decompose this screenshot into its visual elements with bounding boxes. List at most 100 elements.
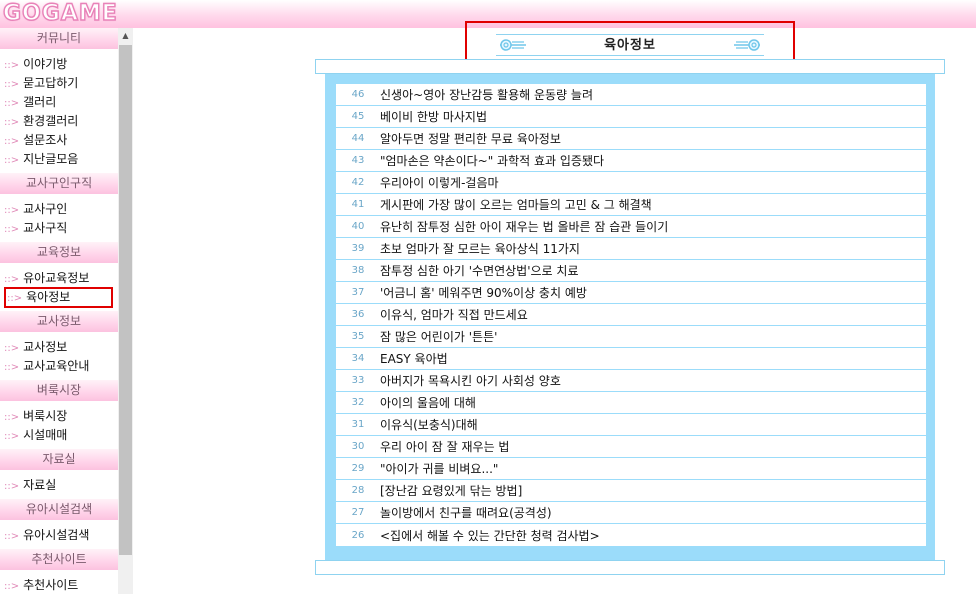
sidebar-menu-item[interactable]: ::> 자료실 [0, 476, 118, 495]
sidebar-menu-label: 자료실 [23, 478, 57, 492]
post-number: 40 [351, 221, 365, 232]
sidebar-menu-label: 유아시설검색 [23, 528, 90, 542]
sidebar-menu-item[interactable]: ::> 지난글모음 [0, 150, 118, 169]
sidebar-section-body: ::> 이야기방::> 묻고답하기::> 갤러리::> 환경갤러리::> 설문조사::> 지… [0, 49, 118, 173]
post-title-link[interactable]: 우리 아이 잠 잘 재우는 법 [380, 438, 509, 455]
sidebar-section-body: ::> 교사구인::> 교사구직 [0, 194, 118, 242]
post-number: 46 [351, 89, 365, 100]
post-number: 42 [351, 177, 365, 188]
sidebar-menu-item[interactable]: ::> 교사구직 [0, 219, 118, 238]
sidebar-section-title[interactable]: 추천사이트 [0, 549, 118, 570]
post-row[interactable]: 40 유난히 잠투정 심한 아이 재우는 법 올바른 잠 습관 들이기 [336, 216, 926, 238]
post-title-link[interactable]: 아이의 울음에 대해 [380, 394, 476, 411]
post-number: 39 [351, 243, 365, 254]
scroll-ornament-icon [734, 39, 760, 51]
post-title-link[interactable]: <집에서 해볼 수 있는 간단한 청력 검사법> [380, 527, 600, 544]
post-row[interactable]: 28 [장난감 요령있게 닦는 방법] [336, 480, 926, 502]
title-banner: 육아정보 [496, 34, 764, 56]
sidebar-menu-item[interactable]: ::> 유아시설검색 [0, 526, 118, 545]
post-title-link[interactable]: 알아두면 정말 편리한 무료 육아정보 [380, 130, 561, 147]
sidebar-section-title[interactable]: 자료실 [0, 449, 118, 470]
pink-double-arrow-icon: ::> [4, 343, 20, 354]
post-title-link[interactable]: "아이가 귀를 비벼요..." [380, 460, 498, 477]
post-title-link[interactable]: 우리아이 이렇게-걸음마 [380, 174, 499, 191]
sidebar-menu-item[interactable]: ::> 교사구인 [0, 200, 118, 219]
sidebar-menu-label: 갤러리 [23, 95, 57, 109]
post-title-link[interactable]: 이유식, 엄마가 직접 만드세요 [380, 306, 528, 323]
sidebar-menu-label: 환경갤러리 [23, 114, 79, 128]
post-row[interactable]: 46 신생아~영아 장난감등 활용해 운동량 늘려 [336, 84, 926, 106]
post-row[interactable]: 35 잠 많은 어린이가 '튼튼' [336, 326, 926, 348]
post-title-link[interactable]: "엄마손은 약손이다~" 과학적 효과 입증됐다 [380, 152, 604, 169]
post-row[interactable]: 34 EASY 육아법 [336, 348, 926, 370]
sidebar-menu-item[interactable]: ::> 설문조사 [0, 131, 118, 150]
pink-double-arrow-icon: ::> [4, 117, 20, 128]
pink-double-arrow-icon: ::> [4, 412, 20, 423]
sidebar-menu-item[interactable]: ::> 갤러리 [0, 93, 118, 112]
post-title-link[interactable]: [장난감 요령있게 닦는 방법] [380, 482, 522, 499]
sidebar-menu-label: 벼룩시장 [23, 409, 68, 423]
post-row[interactable]: 37 '어금니 홈' 메워주면 90%이상 충치 예방 [336, 282, 926, 304]
pink-double-arrow-icon: ::> [4, 98, 20, 109]
post-row[interactable]: 30 우리 아이 잠 잘 재우는 법 [336, 436, 926, 458]
post-title-link[interactable]: EASY 육아법 [380, 350, 448, 367]
sidebar-menu-label: 교사정보 [23, 340, 68, 354]
list-frame-top [315, 59, 945, 74]
post-row[interactable]: 43 "엄마손은 약손이다~" 과학적 효과 입증됐다 [336, 150, 926, 172]
sidebar-section-title[interactable]: 교사정보 [0, 311, 118, 332]
post-title-link[interactable]: 게시판에 가장 많이 오르는 엄마들의 고민 & 그 해결책 [380, 196, 652, 213]
post-list: 46 신생아~영아 장난감등 활용해 운동량 늘려 45 베이비 한방 마사지법 44 알… [336, 84, 926, 546]
post-title-link[interactable]: 놀이방에서 친구를 때려요(공격성) [380, 504, 552, 521]
sidebar-section-title[interactable]: 교사구인구직 [0, 173, 118, 194]
sidebar-menu-item[interactable]: ::> 교사교육안내 [0, 357, 118, 376]
post-row[interactable]: 29 "아이가 귀를 비벼요..." [336, 458, 926, 480]
post-number: 43 [351, 155, 365, 166]
post-number: 38 [351, 265, 365, 276]
sidebar-menu-item[interactable]: ::> 육아정보 [4, 287, 113, 308]
post-number: 37 [351, 287, 365, 298]
sidebar-menu-label: 추천사이트 [23, 578, 79, 592]
sidebar-section-title[interactable]: 벼룩시장 [0, 380, 118, 401]
post-row[interactable]: 31 이유식(보충식)대해 [336, 414, 926, 436]
post-row[interactable]: 32 아이의 울음에 대해 [336, 392, 926, 414]
post-title-link[interactable]: 아버지가 목욕시킨 아기 사회성 양호 [380, 372, 561, 389]
sidebar-menu-item[interactable]: ::> 환경갤러리 [0, 112, 118, 131]
post-number: 29 [351, 463, 365, 474]
post-row[interactable]: 44 알아두면 정말 편리한 무료 육아정보 [336, 128, 926, 150]
post-number: 34 [351, 353, 365, 364]
list-frame-bottom [315, 560, 945, 575]
sidebar-menu-item[interactable]: ::> 유아교육정보 [0, 269, 118, 288]
post-title-link[interactable]: 초보 엄마가 잘 모르는 육아상식 11가지 [380, 240, 580, 257]
sidebar-section-title[interactable]: 교육정보 [0, 242, 118, 263]
post-row[interactable]: 39 초보 엄마가 잘 모르는 육아상식 11가지 [336, 238, 926, 260]
post-row[interactable]: 38 잠투정 심한 아기 '수면연상법'으로 치료 [336, 260, 926, 282]
post-row[interactable]: 42 우리아이 이렇게-걸음마 [336, 172, 926, 194]
post-row[interactable]: 36 이유식, 엄마가 직접 만드세요 [336, 304, 926, 326]
post-title-link[interactable]: 잠 많은 어린이가 '튼튼' [380, 328, 497, 345]
site-logo[interactable]: GOGAME [2, 0, 118, 26]
post-title-link[interactable]: 잠투정 심한 아기 '수면연상법'으로 치료 [380, 262, 579, 279]
post-title-link[interactable]: '어금니 홈' 메워주면 90%이상 충치 예방 [380, 284, 587, 301]
sidebar-menu-item[interactable]: ::> 교사정보 [0, 338, 118, 357]
post-title-link[interactable]: 이유식(보충식)대해 [380, 416, 478, 433]
sidebar-scrollbar[interactable]: ▲ [118, 28, 133, 594]
post-number: 44 [351, 133, 365, 144]
scroll-up-arrow-icon[interactable]: ▲ [118, 28, 133, 44]
sidebar-section-title[interactable]: 유아시설검색 [0, 499, 118, 520]
sidebar-section-title[interactable]: 커뮤니티 [0, 28, 118, 49]
post-row[interactable]: 26 <집에서 해볼 수 있는 간단한 청력 검사법> [336, 524, 926, 546]
post-row[interactable]: 41 게시판에 가장 많이 오르는 엄마들의 고민 & 그 해결책 [336, 194, 926, 216]
post-title-link[interactable]: 신생아~영아 장난감등 활용해 운동량 늘려 [380, 86, 593, 103]
sidebar-menu-item[interactable]: ::> 시설매매 [0, 426, 118, 445]
scroll-thumb[interactable] [119, 45, 132, 555]
post-row[interactable]: 33 아버지가 목욕시킨 아기 사회성 양호 [336, 370, 926, 392]
post-title-link[interactable]: 유난히 잠투정 심한 아이 재우는 법 올바른 잠 습관 들이기 [380, 218, 668, 235]
post-row[interactable]: 27 놀이방에서 친구를 때려요(공격성) [336, 502, 926, 524]
sidebar-menu-item[interactable]: ::> 추천사이트 [0, 576, 118, 594]
post-title-link[interactable]: 베이비 한방 마사지법 [380, 108, 487, 125]
sidebar-menu-item[interactable]: ::> 벼룩시장 [0, 407, 118, 426]
sidebar-menu-item[interactable]: ::> 이야기방 [0, 55, 118, 74]
sidebar-menu-label: 교사구인 [23, 202, 68, 216]
post-row[interactable]: 45 베이비 한방 마사지법 [336, 106, 926, 128]
sidebar-menu-item[interactable]: ::> 묻고답하기 [0, 74, 118, 93]
